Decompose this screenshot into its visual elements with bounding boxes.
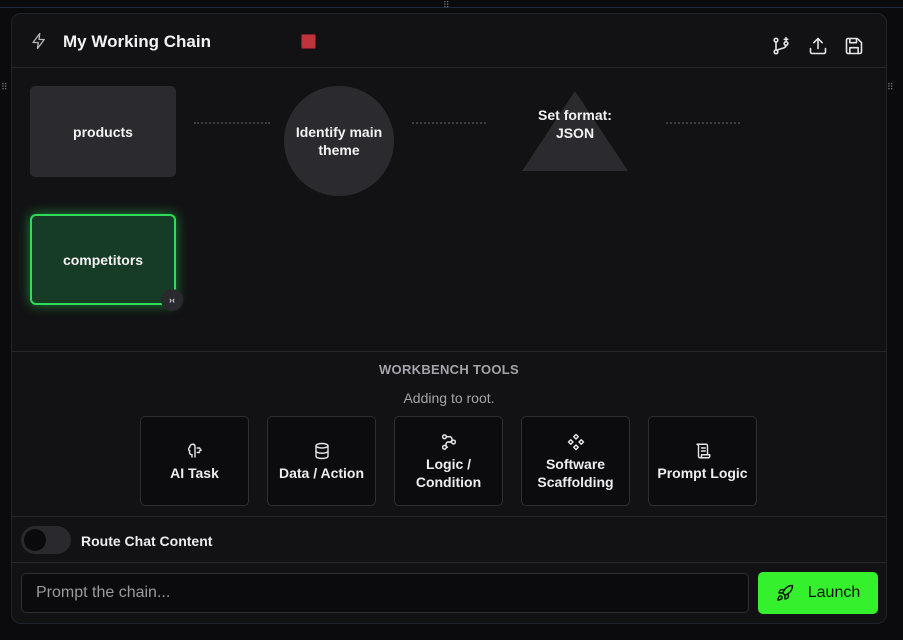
route-chat-row: Route Chat Content	[12, 516, 886, 562]
tool-label: Logic / Condition	[415, 456, 482, 490]
brain-icon	[186, 440, 204, 462]
launch-label: Launch	[807, 584, 861, 601]
chain-title: My Working Chain	[63, 32, 211, 51]
tool-software-scaffolding[interactable]: Software Scaffolding	[521, 416, 630, 506]
tool-label: Data / Action	[278, 465, 365, 481]
top-strip	[0, 0, 903, 8]
tool-label: AI Task	[170, 465, 219, 481]
prompt-row: Launch	[12, 562, 886, 623]
tools-subtitle: Adding to root.	[403, 390, 495, 406]
workflow-icon	[440, 431, 458, 453]
resize-grip-right-icon[interactable]: ⠿	[887, 83, 894, 92]
node-products[interactable]: products	[30, 86, 176, 177]
node-label: Identify main theme	[295, 124, 383, 158]
collapse-node-button[interactable]: ›‹	[161, 289, 183, 311]
panel-header: My Working Chain	[12, 14, 886, 68]
node-label: competitors	[62, 251, 144, 268]
node-label: Set format: JSON	[538, 107, 612, 141]
resize-grip-left-icon[interactable]: ⠿	[1, 83, 8, 92]
connector-line	[666, 122, 740, 124]
git-branch-plus-icon	[773, 36, 789, 55]
bolt-icon	[30, 31, 48, 56]
chain-canvas[interactable]: products Identify main theme Set format:…	[12, 69, 886, 350]
save-icon	[845, 37, 863, 55]
database-icon	[313, 440, 331, 462]
connector-line	[412, 122, 486, 124]
components-icon	[567, 431, 585, 453]
route-chat-toggle[interactable]	[21, 526, 71, 554]
prompt-input[interactable]	[21, 573, 749, 613]
rocket-icon	[776, 584, 793, 601]
node-identify-main-theme[interactable]: Identify main theme	[284, 86, 394, 196]
tool-logic-condition[interactable]: Logic / Condition	[394, 416, 503, 506]
node-set-format[interactable]: Set format: JSON	[520, 89, 630, 173]
save-button[interactable]	[843, 35, 865, 57]
export-button[interactable]	[807, 35, 829, 57]
node-competitors[interactable]: competitors	[30, 214, 176, 305]
route-chat-label: Route Chat Content	[81, 533, 213, 549]
launch-button[interactable]: Launch	[758, 572, 878, 614]
resize-grip-top-icon[interactable]: ⠿	[443, 1, 450, 10]
collapse-icon: ›‹	[169, 295, 175, 305]
workbench-tools: WORKBENCH TOOLS Adding to root. AI Task …	[12, 351, 886, 516]
tool-label: Software Scaffolding	[537, 456, 614, 490]
upload-icon	[809, 37, 827, 55]
tool-prompt-logic[interactable]: Prompt Logic	[648, 416, 757, 506]
node-label: products	[73, 123, 133, 140]
tools-title: WORKBENCH TOOLS	[378, 362, 520, 377]
toggle-knob	[24, 529, 46, 551]
tool-ai-task[interactable]: AI Task	[140, 416, 249, 506]
connector-line	[194, 122, 270, 124]
scroll-icon	[694, 440, 712, 462]
chain-panel: My Working Chain products Identify main …	[11, 13, 887, 624]
tool-data-action[interactable]: Data / Action	[267, 416, 376, 506]
stop-button[interactable]	[301, 34, 316, 49]
tool-label: Prompt Logic	[657, 465, 748, 481]
add-branch-button[interactable]	[770, 35, 792, 57]
